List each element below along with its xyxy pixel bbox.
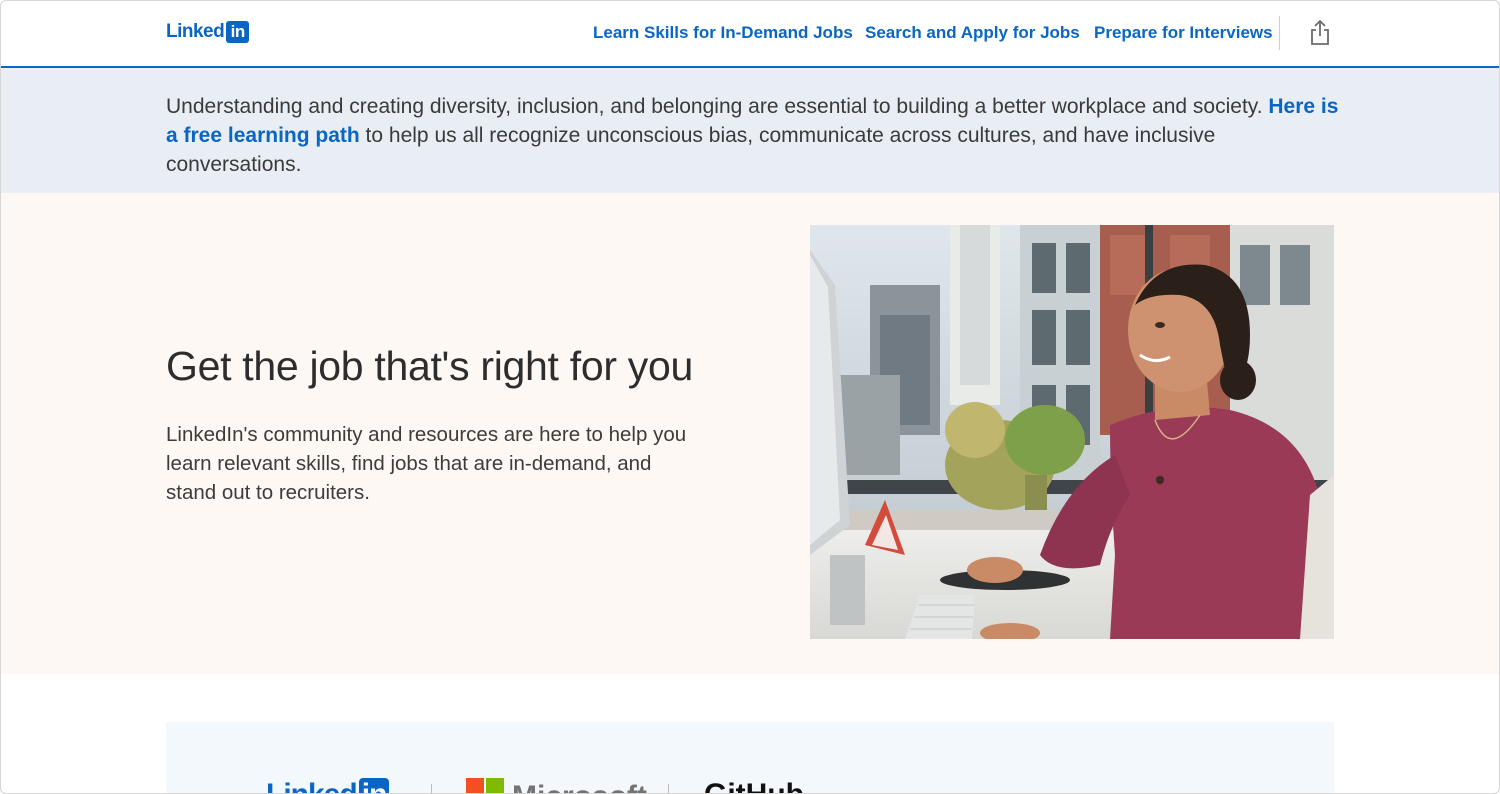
nav-search-apply-jobs[interactable]: Search and Apply for Jobs (865, 23, 1080, 43)
share-icon (1311, 19, 1329, 45)
hero-title: Get the job that's right for you (166, 343, 693, 389)
microsoft-squares-icon (466, 778, 504, 794)
nav-prepare-interviews[interactable]: Prepare for Interviews (1094, 23, 1273, 43)
logo-in-box: in (226, 21, 250, 43)
partner-linkedin-in-box: in (358, 778, 390, 794)
partner-divider (668, 784, 669, 794)
dei-banner: Understanding and creating diversity, in… (0, 68, 1500, 193)
woman-at-desk-illustration (810, 225, 1334, 639)
partner-microsoft-wordmark: Microsoft (512, 780, 647, 794)
logo-wordmark: Linked (166, 21, 225, 42)
partner-github-logo: GitHub (704, 778, 804, 794)
banner-message: Understanding and creating diversity, in… (166, 92, 1341, 179)
partner-divider (431, 784, 432, 794)
partner-logos-strip: Linkedin Microsoft GitHub (166, 722, 1334, 794)
nav-learn-skills[interactable]: Learn Skills for In-Demand Jobs (593, 23, 853, 43)
share-button[interactable] (1306, 18, 1334, 48)
partner-linkedin-wordmark: Linked (266, 778, 358, 794)
top-header: Linked in Learn Skills for In-Demand Jobs… (0, 0, 1500, 68)
hero-section: Get the job that's right for you LinkedI… (0, 193, 1500, 674)
nav-divider (1279, 16, 1280, 50)
partner-github-wordmark: GitHub (704, 778, 804, 794)
linkedin-logo[interactable]: Linked in (166, 21, 250, 43)
banner-text-before: Understanding and creating diversity, in… (166, 95, 1269, 118)
partner-linkedin-logo: Linkedin (266, 778, 390, 794)
hero-description: LinkedIn's community and resources are h… (166, 423, 687, 504)
partner-microsoft-logo: Microsoft (466, 778, 647, 794)
hero-photo (810, 225, 1334, 639)
